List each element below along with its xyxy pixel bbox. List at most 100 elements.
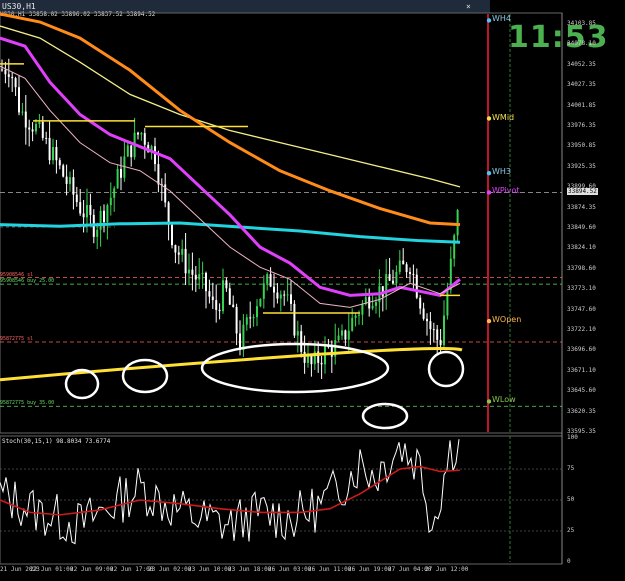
price-tick-label: 33696.60 (567, 346, 596, 354)
marked-ellipse (200, 342, 390, 394)
candle-body (38, 121, 41, 125)
price-tick-label: 33620.35 (567, 407, 596, 415)
osc-tick-label: 0 (567, 558, 571, 565)
time-tick-label: 22 Jun 01:00 (30, 566, 74, 573)
candle-body (137, 132, 139, 135)
marked-ellipse (121, 358, 169, 394)
candle-body (62, 165, 65, 177)
time-tick-label: 26 Jun 03:00 (268, 566, 312, 573)
candle-body (106, 205, 109, 223)
candle-body (262, 283, 265, 299)
price-tick-label: 34001.85 (567, 101, 596, 109)
candle-body (79, 202, 82, 214)
time-tick-label: 23 Jun 18:00 (228, 566, 272, 573)
osc-tick-label: 25 (567, 527, 575, 534)
candle-body (245, 317, 248, 325)
ma-yellow-line (0, 25, 461, 188)
candle-body (211, 296, 214, 301)
candle-body (310, 355, 313, 365)
candle-body (429, 321, 432, 330)
candle-body (371, 305, 374, 309)
order-tag-label: 95872775 buy 35.00 (0, 400, 55, 407)
candle-body (126, 145, 129, 157)
order-tag-label: 95908546 buy 25.00 (0, 278, 55, 285)
price-tick-label: 33722.10 (567, 326, 596, 333)
candle-body (72, 177, 75, 195)
time-tick-label: 22 Jun 17:00 (110, 566, 154, 573)
candle-body (402, 260, 405, 265)
candle-body (28, 127, 31, 130)
pivot-level-label: WH3 (492, 167, 512, 177)
pivot-level-label: WOpen (492, 315, 522, 325)
candle-body (218, 309, 221, 312)
marked-ellipse (64, 368, 100, 400)
candle-body (361, 303, 364, 315)
candle-body (45, 137, 48, 139)
candle-body (171, 224, 173, 246)
candle-body (395, 271, 398, 284)
candle-body (143, 133, 146, 145)
candle-body (222, 280, 224, 312)
candle-body (225, 280, 228, 289)
candle-body (256, 306, 258, 318)
price-tick-label: 33773.10 (567, 285, 596, 293)
candle-body (273, 286, 275, 293)
candle-body (113, 188, 116, 198)
candle-body (409, 272, 411, 274)
price-tick-label: 33747.60 (567, 305, 596, 313)
candle-body (109, 197, 112, 206)
candle-body (7, 74, 10, 77)
candle-body (290, 294, 292, 304)
candle-body (157, 164, 160, 185)
pivot-level-label: WPivot (492, 186, 520, 196)
candle-body (347, 330, 350, 340)
candle-body (375, 302, 377, 306)
candle-body (439, 339, 442, 346)
level-dot (486, 170, 492, 176)
candle-body (242, 324, 245, 351)
candle-body (283, 294, 286, 296)
price-tick-label: 33849.60 (567, 224, 596, 231)
candle-body (86, 205, 88, 218)
candle-body (398, 260, 401, 272)
candle-body (307, 355, 309, 363)
candle-body (426, 318, 428, 322)
ma-orange-line (0, 12, 461, 227)
level-dot (486, 399, 492, 404)
candle-body (52, 147, 54, 161)
price-tick-label: 33645.60 (567, 387, 596, 395)
candle-body (286, 294, 289, 296)
candle-body (103, 210, 105, 223)
order-tag-label: 95872775 sl (0, 335, 34, 342)
price-chart[interactable] (0, 0, 625, 581)
candle-body (48, 137, 51, 161)
level-dot (486, 190, 492, 195)
candle-body (405, 264, 408, 273)
candle-body (55, 147, 58, 161)
candle-body (82, 213, 85, 218)
candle-body (303, 351, 306, 363)
candle-body (412, 273, 415, 275)
candle-body (320, 362, 323, 365)
candle-body (446, 290, 449, 316)
candle-body (89, 205, 92, 215)
candle-body (443, 315, 445, 346)
candle-body (177, 252, 180, 255)
candle-body (235, 306, 238, 334)
candle-body (279, 294, 282, 299)
price-tick-label: 34103.85 (567, 20, 596, 27)
candle-body (1, 69, 3, 71)
candle-body (215, 300, 218, 310)
time-tick-label: 23 Jun 02:00 (148, 566, 192, 573)
candle-body (31, 129, 34, 132)
candle-body (18, 87, 20, 113)
price-tick-label: 33798.60 (567, 264, 596, 272)
candle-body (293, 303, 296, 336)
trading-chart-window: US30,H1 × US30,H1 33858.02 33896.02 3383… (0, 0, 625, 581)
candle-body (24, 111, 27, 128)
marked-ellipse (427, 350, 465, 388)
stochastic-main-line (0, 439, 460, 545)
candle-body (341, 330, 343, 336)
current-price-label: 33894.52 (567, 188, 598, 196)
order-tag-label: 95908546 sl (0, 271, 34, 278)
